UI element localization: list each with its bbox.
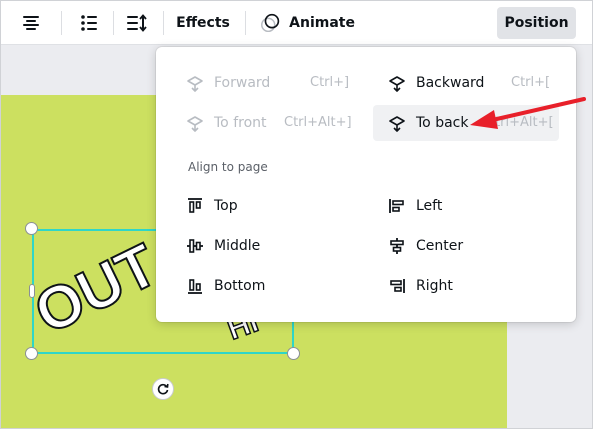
align-to-page-heading: Align to page — [188, 160, 268, 174]
menu-item-align-center[interactable]: Center — [386, 228, 463, 264]
resize-handle-bottom-right[interactable] — [287, 347, 300, 360]
align-center-label: Center — [416, 238, 464, 254]
forward-shortcut: Ctrl+] — [310, 75, 350, 90]
menu-item-align-left[interactable]: Left — [386, 188, 442, 224]
to-back-icon — [386, 112, 408, 134]
to-back-label: To back — [416, 115, 469, 131]
backward-shortcut: Ctrl+[ — [511, 75, 551, 90]
to-front-shortcut: Ctrl+Alt+] — [284, 115, 352, 130]
menu-item-to-front[interactable]: To front — [184, 105, 267, 141]
menu-item-align-bottom[interactable]: Bottom — [184, 268, 265, 304]
to-front-label: To front — [214, 115, 267, 131]
menu-item-align-top[interactable]: Top — [184, 188, 238, 224]
align-right-icon — [386, 275, 408, 297]
align-bottom-label: Bottom — [214, 278, 266, 294]
menu-item-align-middle[interactable]: Middle — [184, 228, 260, 264]
align-top-icon — [184, 195, 206, 217]
align-middle-icon — [184, 235, 206, 257]
align-left-label: Left — [416, 198, 443, 214]
align-bottom-icon — [184, 275, 206, 297]
annotation-arrow-icon — [470, 97, 586, 129]
align-top-label: Top — [214, 198, 238, 214]
align-right-label: Right — [416, 278, 453, 294]
rotate-icon — [157, 383, 169, 395]
resize-handle-top-left[interactable] — [25, 222, 38, 235]
menu-item-align-right[interactable]: Right — [386, 268, 453, 304]
forward-icon — [184, 72, 206, 94]
resize-handle-left[interactable] — [29, 284, 35, 298]
menu-item-forward[interactable]: Forward — [184, 65, 270, 101]
position-menu: Forward Ctrl+] To front Ctrl+Alt+] Backw… — [156, 47, 576, 322]
to-front-icon — [184, 112, 206, 134]
align-left-icon — [386, 195, 408, 217]
backward-label: Backward — [416, 75, 485, 91]
backward-icon — [386, 72, 408, 94]
align-middle-label: Middle — [214, 238, 261, 254]
forward-label: Forward — [214, 75, 271, 91]
resize-handle-bottom-left[interactable] — [25, 347, 38, 360]
align-center-icon — [386, 235, 408, 257]
rotate-handle[interactable] — [152, 378, 174, 400]
